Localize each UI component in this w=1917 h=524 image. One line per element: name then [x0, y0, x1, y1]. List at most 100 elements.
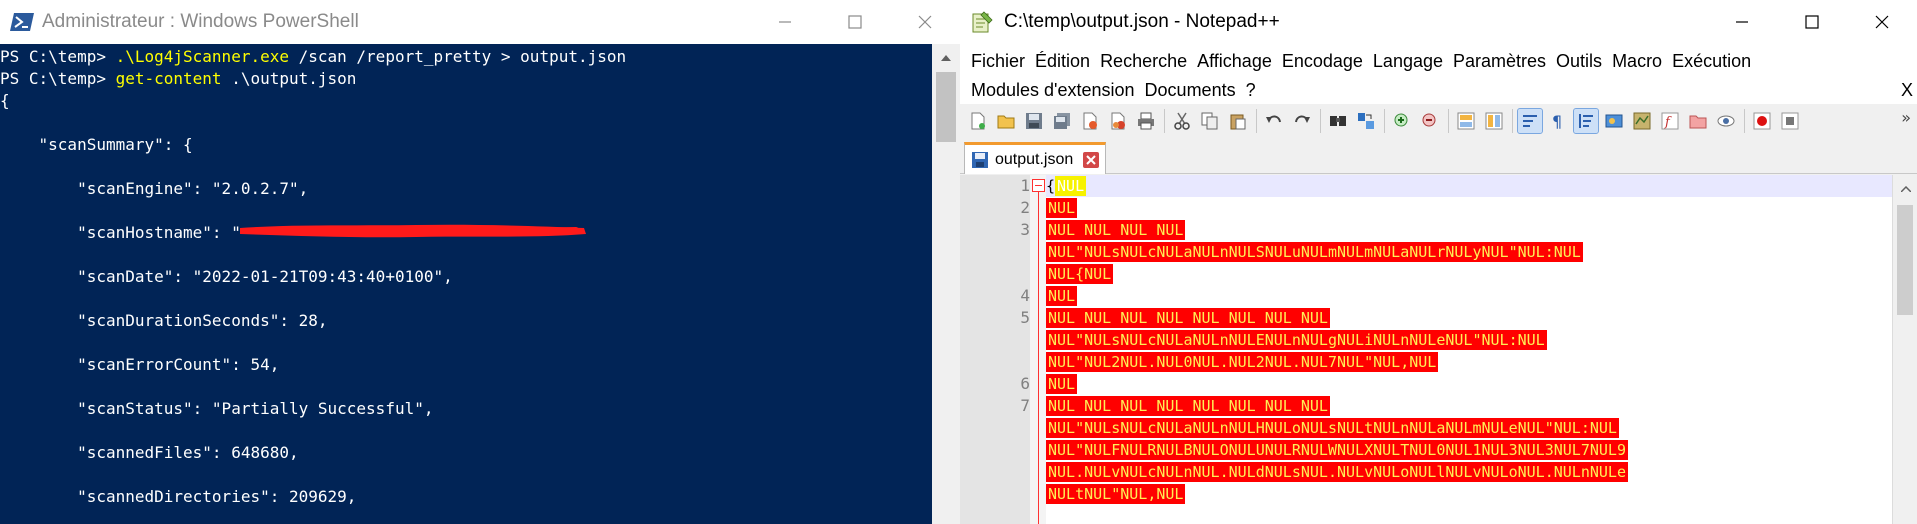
editor-area[interactable]: 1 2 3 4 5 6 7 {NUL NUL NUL NUL NUL NUL N…	[960, 175, 1892, 524]
menu-edition[interactable]: Édition	[1030, 51, 1095, 72]
macro-stop-icon[interactable]	[1778, 109, 1802, 133]
open-file-icon[interactable]	[994, 109, 1018, 133]
fold-line	[1038, 190, 1039, 524]
toolbar-separator	[1448, 109, 1449, 133]
console-line: "scanEngine": "2.0.2.7",	[0, 179, 309, 198]
print-icon[interactable]	[1134, 109, 1158, 133]
monitoring-eye-icon[interactable]	[1714, 109, 1738, 133]
toolbar-separator	[1744, 109, 1745, 133]
menu-documents[interactable]: Documents	[1140, 80, 1241, 101]
scroll-up-arrow-icon[interactable]	[932, 48, 960, 68]
ps-minimize-button[interactable]	[750, 0, 820, 44]
zoom-out-icon[interactable]	[1418, 109, 1442, 133]
toolbar-separator	[1256, 109, 1257, 133]
sync-horizontal-icon[interactable]	[1482, 109, 1506, 133]
code-line: NUL NUL NUL NUL	[1046, 220, 1186, 240]
menu-parametres[interactable]: Paramètres	[1448, 51, 1551, 72]
line-number: 5	[1020, 308, 1030, 327]
console-line: "scannedFiles": 648680,	[0, 443, 299, 462]
undo-icon[interactable]	[1262, 109, 1286, 133]
copy-icon[interactable]	[1198, 109, 1222, 133]
close-all-icon[interactable]	[1106, 109, 1130, 133]
notepadpp-toolbar: ¶ f »	[960, 104, 1917, 138]
console-line: "scannedDirectories": 209629,	[0, 487, 357, 506]
new-file-icon[interactable]	[966, 109, 990, 133]
ps-close-button[interactable]	[890, 0, 960, 44]
find-icon[interactable]	[1326, 109, 1350, 133]
npp-close-button[interactable]	[1847, 0, 1917, 44]
menu-help[interactable]: ?	[1241, 80, 1261, 101]
redaction-scribble	[240, 224, 586, 238]
code-line: NUL	[1046, 286, 1078, 306]
line-number-gutter: 1 2 3 4 5 6 7	[960, 175, 1030, 524]
redo-icon[interactable]	[1290, 109, 1314, 133]
function-list-icon[interactable]: f	[1658, 109, 1682, 133]
powershell-titlebar[interactable]: Administrateur : Windows PowerShell	[0, 0, 960, 44]
menu-fichier[interactable]: Fichier	[966, 51, 1030, 72]
menu-macro[interactable]: Macro	[1607, 51, 1667, 72]
console-line: PS C:\temp> get-content .\output.json	[0, 69, 357, 88]
maximize-icon	[1805, 15, 1819, 29]
code-line: NUL	[1046, 198, 1078, 218]
replace-icon[interactable]	[1354, 109, 1378, 133]
tab-output-json[interactable]: output.json	[964, 142, 1106, 174]
current-line-highlight	[1046, 175, 1892, 197]
menu-encodage[interactable]: Encodage	[1277, 51, 1368, 72]
close-icon	[918, 15, 932, 29]
code-line: NUL"NUL2NUL.NUL0NUL.NUL2NUL.NUL7NUL"NUL,…	[1046, 352, 1439, 372]
editor-scrollbar[interactable]	[1892, 175, 1917, 524]
scroll-thumb[interactable]	[1897, 205, 1913, 315]
minimize-icon	[779, 21, 791, 23]
code-line: {NUL	[1046, 176, 1087, 196]
cut-icon[interactable]	[1170, 109, 1194, 133]
notepadpp-icon	[970, 10, 994, 34]
line-number: 4	[1020, 286, 1030, 305]
line-number: 7	[1020, 396, 1030, 415]
paste-icon[interactable]	[1226, 109, 1250, 133]
macro-record-icon[interactable]	[1750, 109, 1774, 133]
indent-guide-icon[interactable]	[1573, 108, 1599, 134]
folder-workspace-icon[interactable]	[1686, 109, 1710, 133]
toolbar-separator	[1384, 109, 1385, 133]
show-all-characters-icon[interactable]: ¶	[1546, 109, 1570, 133]
save-icon[interactable]	[1022, 109, 1046, 133]
fold-collapse-icon[interactable]	[1032, 179, 1045, 192]
powershell-console[interactable]: PS C:\temp> .\Log4jScanner.exe /scan /re…	[0, 44, 932, 524]
powershell-scrollbar[interactable]	[932, 44, 960, 524]
console-line: "scanDurationSeconds": 28,	[0, 311, 328, 330]
close-icon	[1875, 15, 1889, 29]
scroll-thumb[interactable]	[936, 72, 956, 142]
menu-langage[interactable]: Langage	[1368, 51, 1448, 72]
toolbar-overflow-icon[interactable]: »	[1901, 108, 1911, 127]
zoom-in-icon[interactable]	[1390, 109, 1414, 133]
user-language-icon[interactable]	[1602, 109, 1626, 133]
close-file-icon[interactable]	[1078, 109, 1102, 133]
scroll-up-arrow-icon[interactable]	[1893, 179, 1917, 199]
npp-minimize-button[interactable]	[1707, 0, 1777, 44]
minimize-icon	[1736, 21, 1748, 23]
powershell-icon	[10, 12, 34, 32]
line-number: 3	[1020, 220, 1030, 239]
save-all-icon[interactable]	[1050, 109, 1074, 133]
menu-recherche[interactable]: Recherche	[1095, 51, 1192, 72]
document-close-button[interactable]: X	[1901, 75, 1913, 105]
sync-vertical-icon[interactable]	[1454, 109, 1478, 133]
saved-file-icon	[971, 151, 989, 169]
powershell-title: Administrateur : Windows PowerShell	[42, 11, 359, 32]
menu-affichage[interactable]: Affichage	[1192, 51, 1277, 72]
menu-modules[interactable]: Modules d'extension	[966, 80, 1140, 101]
menu-execution[interactable]: Exécution	[1667, 51, 1756, 72]
npp-maximize-button[interactable]	[1777, 0, 1847, 44]
menu-outils[interactable]: Outils	[1551, 51, 1607, 72]
code-line: NULtNUL"NUL,NUL	[1046, 484, 1186, 504]
document-map-icon[interactable]	[1630, 109, 1654, 133]
notepadpp-menubar: Fichier Édition Recherche Affichage Enco…	[960, 44, 1917, 104]
ps-maximize-button[interactable]	[820, 0, 890, 44]
tab-close-icon[interactable]	[1083, 152, 1099, 168]
code-line: NUL{NUL	[1046, 264, 1114, 284]
notepadpp-titlebar[interactable]: C:\temp\output.json - Notepad++	[960, 0, 1917, 44]
console-line: {	[0, 91, 10, 110]
code-line: NUL"NULsNULcNULaNULnNULHNULoNULsNULtNULn…	[1046, 418, 1619, 438]
word-wrap-icon[interactable]	[1517, 108, 1543, 134]
fold-margin	[1030, 175, 1046, 524]
